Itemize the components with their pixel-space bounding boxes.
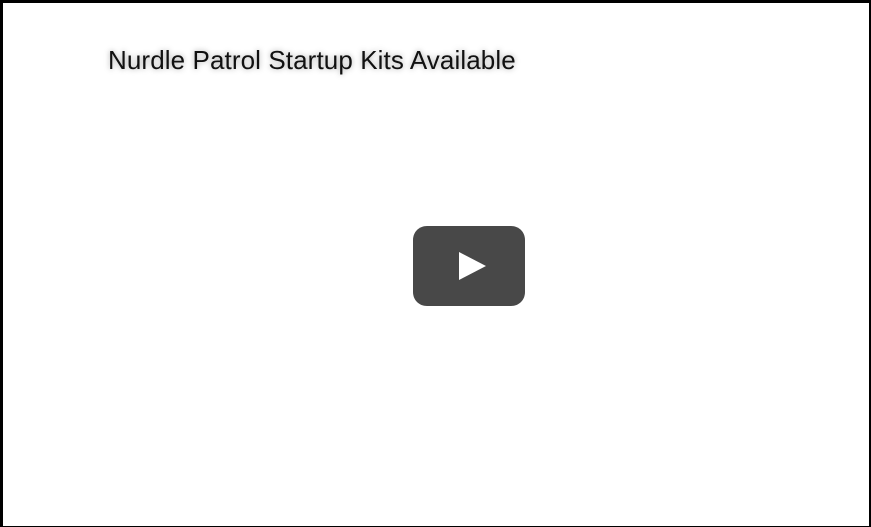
play-button[interactable] (413, 226, 525, 306)
play-icon (413, 226, 525, 306)
video-title[interactable]: Nurdle Patrol Startup Kits Available (108, 43, 516, 77)
video-player[interactable]: Nurdle Patrol Startup Kits Available (0, 0, 871, 527)
